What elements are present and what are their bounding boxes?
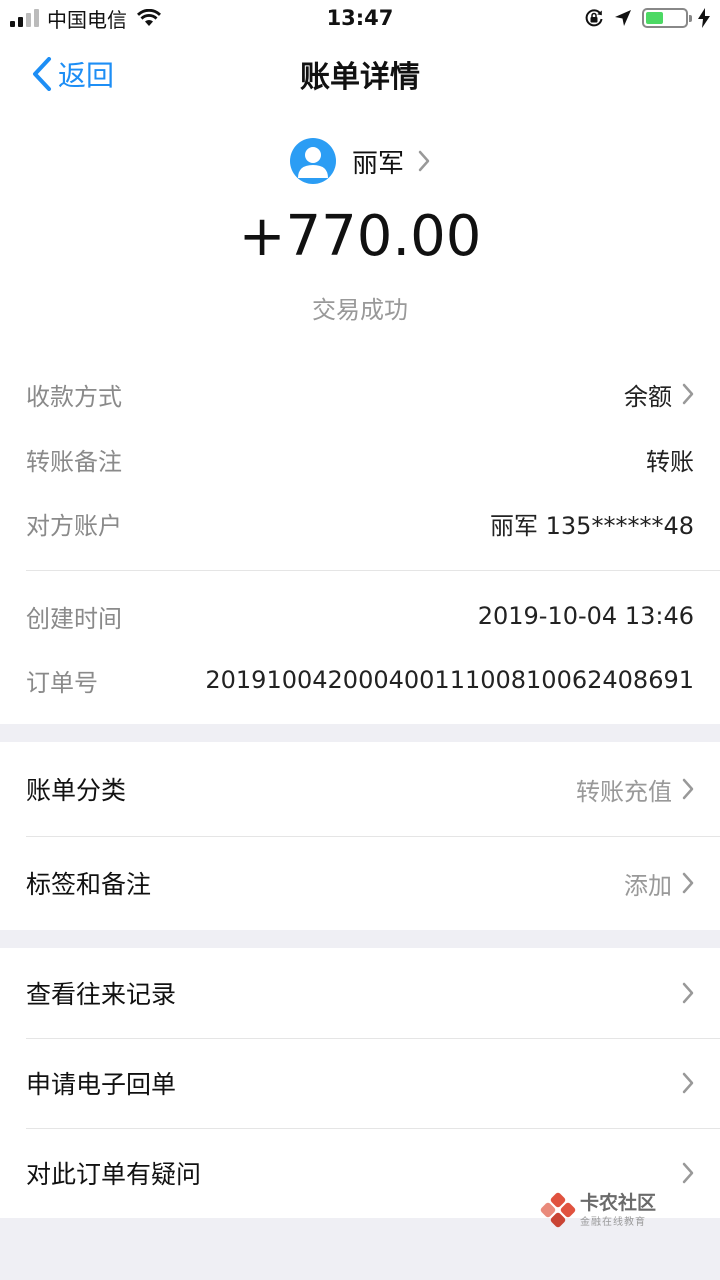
row-label: 查看往来记录 — [26, 980, 177, 1009]
detail-label: 创建时间 — [26, 604, 122, 633]
status-right — [584, 6, 710, 30]
chevron-right-icon — [682, 1162, 694, 1184]
detail-value: 丽军 135******48 — [490, 511, 694, 540]
chevron-right-icon — [682, 1072, 694, 1094]
view-history-row[interactable]: 查看往来记录 — [0, 948, 720, 1038]
chevron-right-icon — [682, 982, 694, 1004]
detail-value: 2019-10-04 13:46 — [477, 602, 694, 630]
user-icon — [297, 147, 328, 178]
detail-row-payment-method[interactable]: 收款方式 余额 — [26, 374, 694, 414]
payee-link[interactable]: 丽军 — [0, 138, 720, 184]
status-bar: 中国电信 13:47 — [0, 0, 720, 36]
detail-value: 转账 — [646, 447, 694, 476]
payee-name: 丽军 — [351, 148, 404, 179]
row-label: 账单分类 — [26, 776, 127, 805]
row-value: 转账充值 — [576, 772, 694, 807]
divider — [26, 570, 720, 571]
detail-label: 订单号 — [26, 668, 98, 697]
row-value-text: 转账充值 — [576, 777, 672, 806]
transaction-header: 丽军 +770.00 交易成功 — [0, 112, 720, 340]
bill-category-row[interactable]: 账单分类 转账充值 — [0, 742, 720, 836]
chevron-right-icon — [682, 778, 694, 800]
detail-label: 对方账户 — [26, 511, 122, 540]
row-value-text: 添加 — [624, 871, 672, 900]
watermark-logo-icon — [540, 1192, 576, 1228]
chevron-right-icon — [682, 383, 694, 405]
watermark-text: 卡农社区 金融在线教育 — [580, 1193, 656, 1228]
location-arrow-icon — [615, 10, 631, 26]
watermark-subtitle: 金融在线教育 — [580, 1216, 646, 1228]
tags-notes-row[interactable]: 标签和备注 添加 — [0, 836, 720, 930]
chevron-right-icon — [418, 150, 430, 172]
detail-row-transfer-note: 转账备注 转账 — [26, 439, 694, 479]
row-label: 对此订单有疑问 — [26, 1160, 202, 1189]
watermark: 卡农社区 金融在线教育 — [540, 1192, 656, 1228]
transaction-status: 交易成功 — [312, 296, 408, 324]
detail-row-order-number: 订单号 20191004200040011100810062408691 — [26, 660, 694, 700]
watermark-title: 卡农社区 — [580, 1191, 657, 1214]
orientation-lock-icon — [585, 9, 603, 27]
row-label: 标签和备注 — [26, 870, 152, 899]
detail-value: 20191004200040011100810062408691 — [205, 666, 694, 694]
chevron-right-icon — [682, 872, 694, 894]
details-card: 收款方式 余额 转账备注 转账 对方账户 丽军 135******48 创建时间… — [0, 340, 720, 724]
detail-row-created-time: 创建时间 2019-10-04 13:46 — [26, 596, 694, 636]
detail-label: 收款方式 — [26, 382, 122, 411]
transaction-amount: +770.00 — [238, 204, 482, 269]
detail-row-counterparty: 对方账户 丽军 135******48 — [26, 503, 694, 543]
row-label: 申请电子回单 — [26, 1070, 177, 1099]
actions-group: 查看往来记录 申请电子回单 对此订单有疑问 — [0, 948, 720, 1218]
category-group: 账单分类 转账充值 标签和备注 添加 — [0, 742, 720, 930]
page-title: 账单详情 — [300, 60, 420, 95]
detail-label: 转账备注 — [26, 447, 122, 476]
nav-bar: 返回 账单详情 — [0, 36, 720, 112]
row-value: 添加 — [624, 866, 694, 901]
detail-value-text: 余额 — [624, 382, 672, 411]
detail-value: 余额 — [624, 377, 694, 412]
avatar — [289, 138, 336, 184]
charging-bolt-icon — [698, 8, 710, 28]
e-receipt-row[interactable]: 申请电子回单 — [0, 1038, 720, 1128]
battery-icon — [642, 8, 692, 28]
